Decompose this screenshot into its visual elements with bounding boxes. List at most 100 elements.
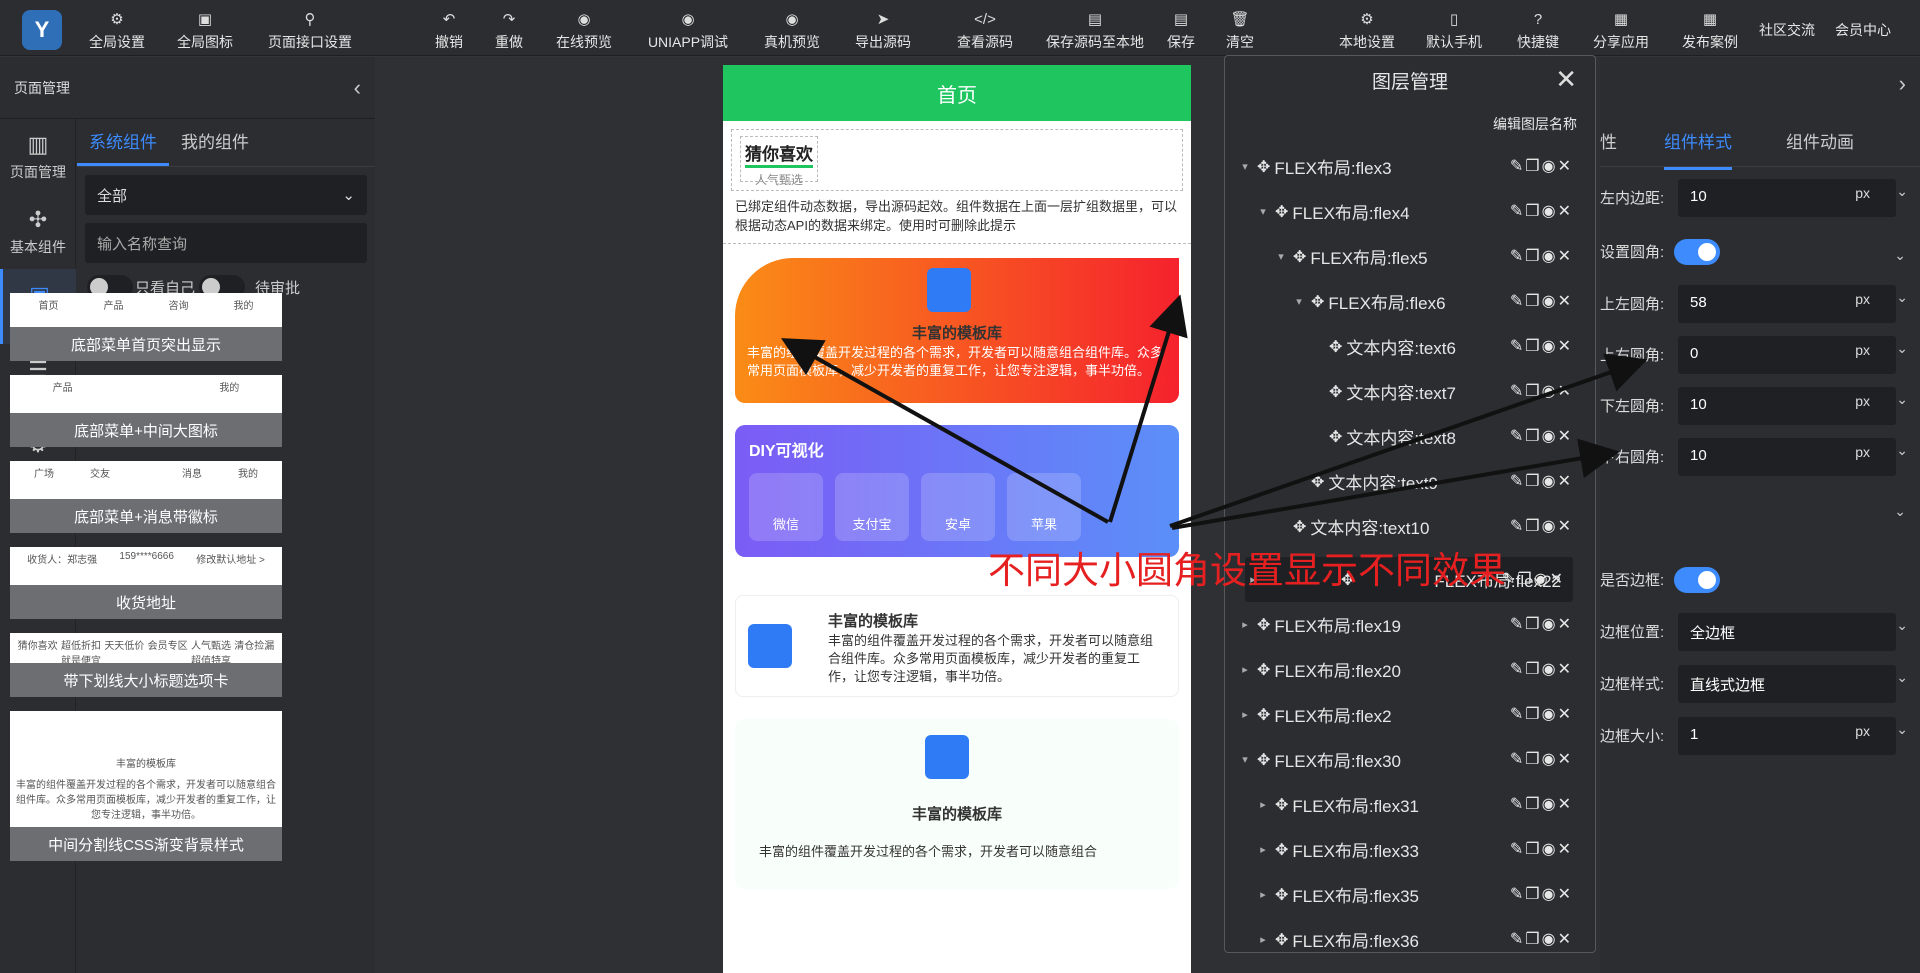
component-card[interactable]: 广场 交友 消息 我的 底部菜单+消息带徽标 [10, 461, 282, 533]
close-icon[interactable]: ✕ [1555, 64, 1577, 95]
caret-down-icon[interactable]: ▾ [1291, 295, 1307, 308]
move-icon[interactable]: ✥ [1257, 157, 1270, 177]
toolbar-button-3[interactable]: ↶ 撤销 [435, 8, 463, 52]
layer-actions-icons[interactable]: ✎❐◉✕ [1510, 884, 1573, 904]
layer-actions-icons[interactable]: ✎❐◉✕ [1510, 614, 1573, 634]
collapse-left-icon[interactable]: ‹ [354, 75, 361, 101]
move-icon[interactable]: ✥ [1293, 247, 1306, 267]
layer-row[interactable]: ✥ 文本内容:text6 ✎❐◉✕ [1237, 324, 1581, 369]
layer-row[interactable]: ✥ 文本内容:text8 ✎❐◉✕ [1237, 414, 1581, 459]
toolbar-button-7[interactable]: ◉ 真机预览 [764, 8, 820, 52]
toolbar-button-5[interactable]: ◉ 在线预览 [556, 8, 612, 52]
layer-row[interactable]: ▸ ✥ FLEX布局:flex31 ✎❐◉✕ [1237, 782, 1581, 827]
layer-actions-icons[interactable]: ✎❐◉✕ [1510, 516, 1573, 536]
layer-actions-icons[interactable]: ✎❐◉✕ [1510, 659, 1573, 679]
border-style-select[interactable]: 直线式边框 [1678, 665, 1896, 703]
move-icon[interactable]: ✥ [1329, 382, 1342, 402]
toolbar-button-12[interactable]: 🗑 清空 [1226, 8, 1254, 52]
component-card[interactable]: 丰富的模板库 丰富的组件覆盖开发过程的各个需求，开发者可以随意组合组件库。众多常用… [10, 711, 282, 861]
chevron-down-icon[interactable]: ⌄ [1896, 721, 1908, 738]
move-icon[interactable]: ✥ [1311, 292, 1324, 312]
tab-my-components[interactable]: 我的组件 [169, 119, 261, 166]
toolbar-button-6[interactable]: ◉ UNIAPP调试 [648, 8, 728, 52]
move-icon[interactable]: ✥ [1329, 337, 1342, 357]
layer-actions-icons[interactable]: ✎❐◉✕ [1510, 156, 1573, 176]
layer-actions-icons[interactable]: ✎❐◉✕ [1510, 704, 1573, 724]
caret-right-icon[interactable]: ▸ [1255, 888, 1271, 901]
move-icon[interactable]: ✥ [1275, 930, 1288, 950]
phone-preview[interactable]: 首页 猜你喜欢 人气甄选 已绑定组件动态数据，导出源码起效。组件数据在上面一层扩… [723, 65, 1191, 973]
chevron-down-icon[interactable]: ⌄ [1896, 391, 1908, 408]
move-icon[interactable]: ✥ [1293, 517, 1306, 537]
layer-actions-icons[interactable]: ✎❐◉✕ [1510, 794, 1573, 814]
component-card[interactable]: 首页 产品 咨询 我的 底部菜单首页突出显示 [10, 293, 282, 361]
move-icon[interactable]: ✥ [1257, 615, 1270, 635]
chevron-down-icon[interactable]: ⌄ [1896, 442, 1908, 459]
move-icon[interactable]: ✥ [1275, 840, 1288, 860]
layer-actions-icons[interactable]: ✎❐◉✕ [1510, 471, 1573, 491]
layer-actions-icons[interactable]: ✎❐◉✕ [1510, 749, 1573, 769]
toolbar-button-8[interactable]: ➤ 导出源码 [855, 8, 911, 52]
layer-row[interactable]: ▾ ✥ FLEX布局:flex30 ✎❐◉✕ [1237, 737, 1581, 782]
layer-row[interactable]: ✥ 文本内容:text7 ✎❐◉✕ [1237, 369, 1581, 414]
move-icon[interactable]: ✥ [1257, 750, 1270, 770]
layer-row[interactable]: ▾ ✥ FLEX布局:flex3 ✎❐◉✕ [1237, 144, 1581, 189]
layer-actions-icons[interactable]: ✎❐◉✕ [1510, 246, 1573, 266]
chevron-down-icon[interactable]: ⌄ [1896, 289, 1908, 306]
tab-component-style[interactable]: 组件样式 [1664, 119, 1732, 170]
layer-actions-icons[interactable]: ✎❐◉✕ [1510, 336, 1573, 356]
chevron-down-icon[interactable]: ⌄ [1896, 183, 1908, 200]
edit-layer-name-link[interactable]: 编辑图层名称 [1493, 114, 1577, 134]
caret-down-icon[interactable]: ▾ [1237, 753, 1253, 766]
caret-down-icon[interactable]: ▾ [1273, 250, 1289, 263]
template-card[interactable]: 丰富的模板库 丰富的组件覆盖开发过程的各个需求，开发者可以随意组合组件库。众多常… [735, 595, 1179, 697]
section-collapse-icon-2[interactable]: ⌄ [1894, 503, 1906, 520]
diy-item[interactable]: 安卓 [921, 473, 995, 541]
layer-actions-icons[interactable]: ✎❐◉✕ [1510, 839, 1573, 859]
tab-properties[interactable]: 性 [1600, 119, 1617, 167]
toolbar-button-0[interactable]: ⚙ 全局设置 [89, 8, 145, 52]
toolbar-button-16[interactable]: ▦ 分享应用 [1593, 8, 1649, 52]
toolbar-button-9[interactable]: </> 查看源码 [957, 8, 1013, 52]
layer-actions-icons[interactable]: ✎❐◉✕ [1502, 569, 1565, 589]
layer-row[interactable]: ▾ ✥ FLEX布局:flex6 ✎❐◉✕ [1237, 279, 1581, 324]
toolbar-button-2[interactable]: ⚲ 页面接口设置 [268, 8, 352, 52]
layer-actions-icons[interactable]: ✎❐◉✕ [1510, 201, 1573, 221]
chevron-down-icon[interactable]: ⌄ [1896, 340, 1908, 357]
component-card[interactable]: 产品 我的 底部菜单+中间大图标 [10, 375, 282, 447]
diy-item[interactable]: 支付宝 [835, 473, 909, 541]
radius-switch[interactable] [1674, 239, 1720, 265]
layer-row[interactable]: ▸ ✥ FLEX布局:flex33 ✎❐◉✕ [1237, 827, 1581, 872]
layer-row[interactable]: ▾ ✥ FLEX布局:flex4 ✎❐◉✕ [1237, 189, 1581, 234]
layer-actions-icons[interactable]: ✎❐◉✕ [1510, 929, 1573, 949]
move-icon[interactable]: ✥ [1275, 202, 1288, 222]
layer-row[interactable]: ▸ ✥ FLEX布局:flex36 ✎❐◉✕ [1237, 917, 1581, 962]
caret-down-icon[interactable]: ▾ [1255, 205, 1271, 218]
move-icon[interactable]: ✥ [1257, 660, 1270, 680]
component-card[interactable]: 猜你喜欢 超低折扣 天天低价 会员专区 人气甄选 清仓捡漏 就是便宜 超值特享 带下划线大小标题… [10, 633, 282, 697]
tab-title-block[interactable]: 猜你喜欢 人气甄选 [731, 129, 1183, 191]
tab-system-components[interactable]: 系统组件 [77, 119, 169, 166]
layer-row[interactable]: ▸ ✥ FLEX布局:flex20 ✎❐◉✕ [1237, 647, 1581, 692]
toolbar-button-18[interactable]: 社区交流 [1759, 8, 1815, 52]
toolbar-button-15[interactable]: ? 快捷键 [1517, 8, 1559, 52]
layer-row[interactable]: ✥ 文本内容:text9 ✎❐◉✕ [1237, 459, 1581, 504]
tab-component-animation[interactable]: 组件动画 [1786, 119, 1854, 167]
move-icon[interactable]: ✥ [1311, 472, 1324, 492]
border-switch[interactable] [1674, 567, 1720, 593]
move-icon[interactable]: ✥ [1275, 885, 1288, 905]
layer-actions-icons[interactable]: ✎❐◉✕ [1510, 381, 1573, 401]
caret-right-icon[interactable]: ▸ [1255, 798, 1271, 811]
toolbar-button-1[interactable]: ▣ 全局图标 [177, 8, 233, 52]
move-icon[interactable]: ✥ [1257, 705, 1270, 725]
sidebar-item-0[interactable]: ▥ 页面管理 [0, 119, 76, 194]
diy-item[interactable]: 苹果 [1007, 473, 1081, 541]
toolbar-button-10[interactable]: ▤ 保存源码至本地 [1046, 8, 1144, 52]
move-icon[interactable]: ✥ [1275, 795, 1288, 815]
diy-card[interactable]: DIY可视化 微信 支付宝 安卓 苹果 [735, 425, 1179, 557]
expand-right-icon[interactable]: › [1899, 71, 1906, 97]
toolbar-button-14[interactable]: ▯ 默认手机 [1426, 8, 1482, 52]
layer-actions-icons[interactable]: ✎❐◉✕ [1510, 426, 1573, 446]
chevron-down-icon[interactable]: ⌄ [1896, 617, 1908, 634]
move-icon[interactable]: ✥ [1329, 427, 1342, 447]
